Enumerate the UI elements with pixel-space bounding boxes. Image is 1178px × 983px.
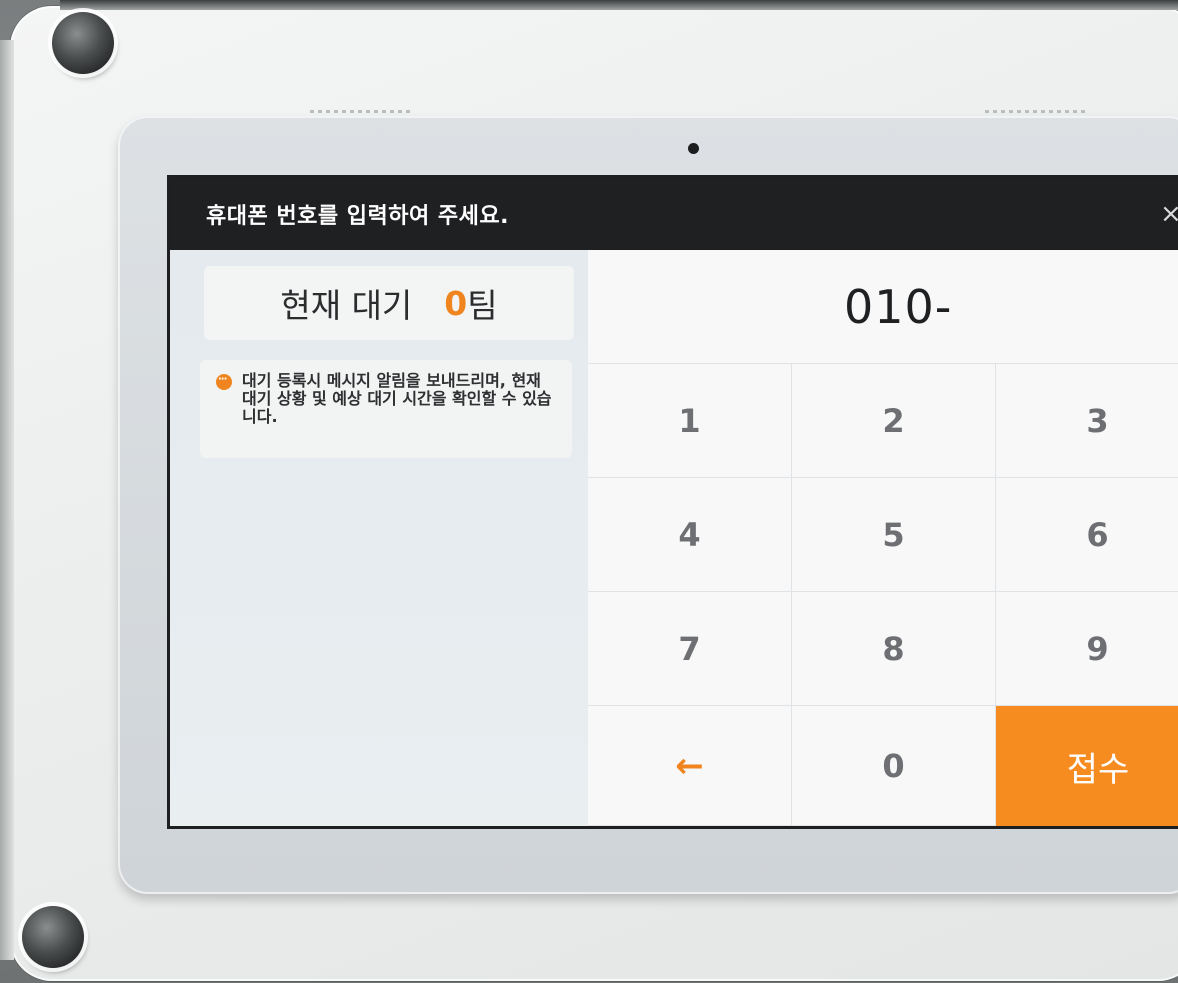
key-9[interactable]: 9	[996, 592, 1178, 706]
key-6[interactable]: 6	[996, 478, 1178, 592]
key-4[interactable]: 4	[588, 478, 792, 592]
backspace-arrow-icon[interactable]: ←	[588, 706, 792, 826]
phone-number-value: 010-	[844, 279, 953, 334]
camera-icon	[688, 143, 699, 154]
submit-button[interactable]: 접수	[996, 706, 1178, 826]
mount-bolt-icon	[22, 906, 84, 968]
title-bar: 휴대폰 번호를 입력하여 주세요. ×	[170, 178, 1178, 250]
info-panel: 현재 대기 0 팀 대기 등록시 메시지 알림을 보내드리며, 현재 대기 상황…	[170, 250, 588, 826]
page-title: 휴대폰 번호를 입력하여 주세요.	[206, 204, 509, 229]
kiosk-screen: 휴대폰 번호를 입력하여 주세요. × 현재 대기 0 팀 대기 등록시 메시지…	[170, 178, 1178, 826]
plate-left-edge	[0, 40, 14, 960]
wait-label: 현재 대기	[280, 286, 413, 325]
key-5[interactable]: 5	[792, 478, 996, 592]
notice-card: 대기 등록시 메시지 알림을 보내드리며, 현재 대기 상황 및 예상 대기 시…	[200, 360, 572, 458]
key-7[interactable]: 7	[588, 592, 792, 706]
numeric-keypad: 1 2 3 4 5 6 7 8 9 ← 0 접수	[588, 364, 1178, 826]
key-1[interactable]: 1	[588, 364, 792, 478]
chat-bubble-icon	[216, 371, 232, 390]
input-panel: 010- 1 2 3 4 5 6 7 8 9 ← 0 접수	[588, 250, 1178, 826]
speaker-grille	[985, 110, 1085, 113]
wait-status-card: 현재 대기 0 팀	[204, 266, 574, 340]
key-3[interactable]: 3	[996, 364, 1178, 478]
notice-text: 대기 등록시 메시지 알림을 보내드리며, 현재 대기 상황 및 예상 대기 시…	[242, 371, 552, 426]
mount-bolt-icon	[52, 12, 114, 74]
wait-count: 0	[444, 283, 468, 323]
speaker-grille	[310, 110, 410, 113]
close-icon[interactable]: ×	[1160, 201, 1178, 227]
wait-unit: 팀	[467, 286, 498, 325]
key-2[interactable]: 2	[792, 364, 996, 478]
phone-number-field[interactable]: 010-	[588, 250, 1178, 364]
key-8[interactable]: 8	[792, 592, 996, 706]
plate-top-edge	[60, 0, 1178, 10]
key-0[interactable]: 0	[792, 706, 996, 826]
